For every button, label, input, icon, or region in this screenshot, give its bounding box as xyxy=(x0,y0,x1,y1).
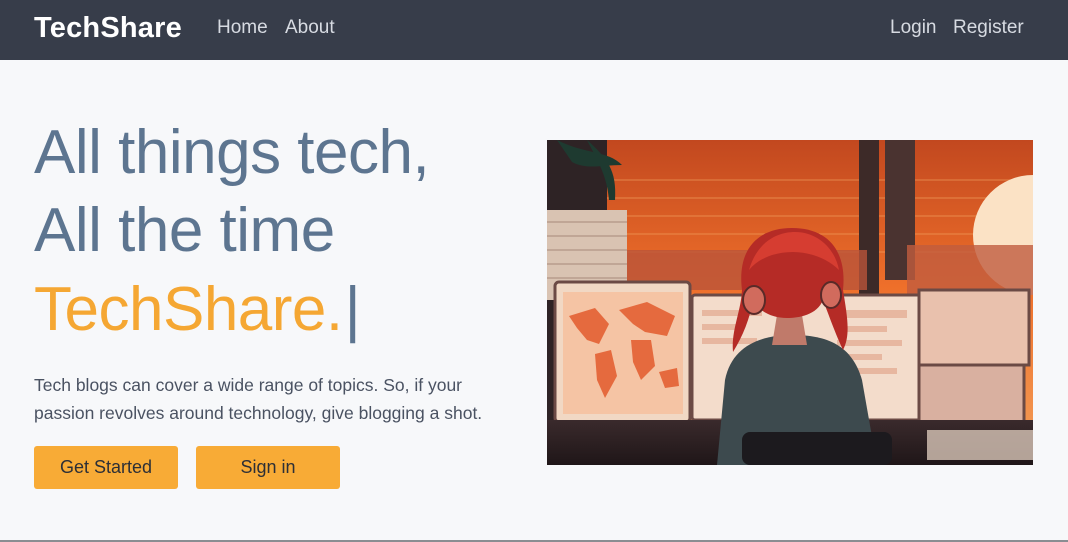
nav-link-register[interactable]: Register xyxy=(953,17,1024,39)
hero-illustration-svg xyxy=(547,140,1033,465)
nav-link-about[interactable]: About xyxy=(285,17,335,39)
brand-logo-link[interactable]: TechShare xyxy=(34,12,182,45)
hero-typed-brand: TechShare. xyxy=(34,275,343,344)
get-started-button[interactable]: Get Started xyxy=(34,446,178,489)
nav-link-home[interactable]: Home xyxy=(217,17,268,39)
hero-illustration xyxy=(547,140,1033,465)
top-navbar: TechShare Home About Login Register xyxy=(0,0,1068,60)
hero-heading-line-2: All the time xyxy=(34,196,335,265)
hero-heading-line-3: TechShare.| xyxy=(34,279,361,341)
nav-link-login[interactable]: Login xyxy=(890,17,937,39)
typing-cursor: | xyxy=(344,275,361,344)
hero-description: Tech blogs can cover a wide range of top… xyxy=(34,375,483,423)
sign-in-button[interactable]: Sign in xyxy=(196,446,340,489)
hero-heading-line-1: All things tech, xyxy=(34,118,430,187)
